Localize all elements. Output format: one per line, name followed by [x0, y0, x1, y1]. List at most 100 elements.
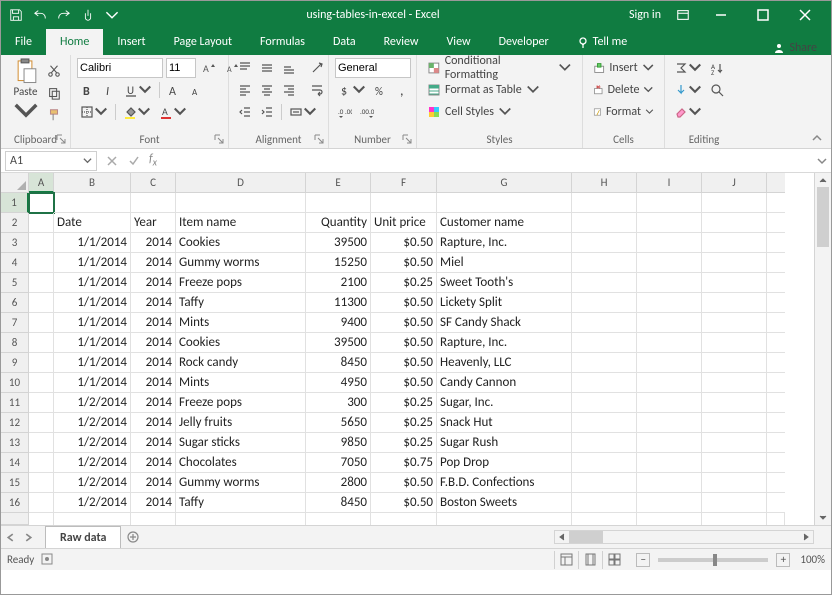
- row-header[interactable]: 11: [1, 393, 29, 413]
- borders-button[interactable]: [77, 102, 111, 122]
- cell[interactable]: 1/2/2014: [54, 453, 131, 473]
- row-header[interactable]: 7: [1, 313, 29, 333]
- cell[interactable]: [54, 513, 131, 525]
- cell[interactable]: [702, 353, 767, 373]
- cell-styles-button[interactable]: Cell Styles: [423, 101, 576, 123]
- cell[interactable]: [702, 333, 767, 353]
- cell[interactable]: [437, 193, 572, 213]
- cell[interactable]: 1/1/2014: [54, 293, 131, 313]
- cell[interactable]: [637, 213, 702, 233]
- orientation-button[interactable]: [307, 58, 327, 78]
- cell[interactable]: Sugar sticks: [176, 433, 306, 453]
- cell[interactable]: [702, 493, 767, 513]
- sort-filter-button[interactable]: AZ: [707, 58, 727, 78]
- delete-cells-button[interactable]: Delete: [589, 79, 658, 101]
- cell[interactable]: 2014: [131, 393, 176, 413]
- cell[interactable]: SF Candy Shack: [437, 313, 572, 333]
- font-color-bigger-button[interactable]: A: [164, 80, 184, 100]
- cell[interactable]: [702, 213, 767, 233]
- cell[interactable]: [371, 513, 437, 525]
- cell[interactable]: [29, 393, 54, 413]
- cell[interactable]: [637, 293, 702, 313]
- percent-format-button[interactable]: %: [371, 80, 391, 100]
- row-header[interactable]: 12: [1, 413, 29, 433]
- cell[interactable]: [572, 313, 637, 333]
- row-header[interactable]: 8: [1, 333, 29, 353]
- cell[interactable]: 9850: [306, 433, 371, 453]
- cell[interactable]: $0.50: [371, 253, 437, 273]
- cell[interactable]: 300: [306, 393, 371, 413]
- share-button[interactable]: Share: [773, 41, 831, 55]
- cell[interactable]: [29, 313, 54, 333]
- paste-button[interactable]: Paste: [7, 57, 44, 125]
- cell[interactable]: 7050: [306, 453, 371, 473]
- select-all-corner[interactable]: [1, 173, 29, 193]
- scroll-up-button[interactable]: [815, 173, 831, 187]
- cell[interactable]: [767, 233, 785, 253]
- cell[interactable]: F.B.D. Confections: [437, 473, 572, 493]
- column-header[interactable]: B: [54, 173, 131, 193]
- cell[interactable]: [767, 353, 785, 373]
- cell[interactable]: 1/1/2014: [54, 313, 131, 333]
- row-header[interactable]: 4: [1, 253, 29, 273]
- autosum-button[interactable]: [671, 58, 705, 78]
- cell[interactable]: [29, 273, 54, 293]
- cell[interactable]: 1/1/2014: [54, 253, 131, 273]
- cell[interactable]: $0.25: [371, 433, 437, 453]
- align-top-button[interactable]: [235, 58, 255, 78]
- cell[interactable]: Pop Drop: [437, 453, 572, 473]
- font-color-button[interactable]: A: [156, 102, 190, 122]
- cell[interactable]: 2014: [131, 353, 176, 373]
- comma-format-button[interactable]: ,: [393, 80, 413, 100]
- cell[interactable]: 2014: [131, 493, 176, 513]
- number-format-combo[interactable]: [335, 58, 411, 78]
- alignment-dialog-launcher[interactable]: [314, 134, 326, 146]
- cell[interactable]: [767, 373, 785, 393]
- cell[interactable]: $0.25: [371, 273, 437, 293]
- cell[interactable]: 2014: [131, 253, 176, 273]
- tab-formulas[interactable]: Formulas: [246, 29, 319, 55]
- cell[interactable]: 9400: [306, 313, 371, 333]
- cell[interactable]: $0.50: [371, 293, 437, 313]
- cell[interactable]: Year: [131, 213, 176, 233]
- tab-page-layout[interactable]: Page Layout: [160, 29, 246, 55]
- cell[interactable]: 15250: [306, 253, 371, 273]
- cell[interactable]: [572, 253, 637, 273]
- cell[interactable]: $0.50: [371, 373, 437, 393]
- cell[interactable]: [767, 513, 785, 525]
- page-break-view-button[interactable]: [602, 551, 626, 569]
- macro-record-button[interactable]: [40, 552, 56, 568]
- tab-file[interactable]: File: [1, 29, 46, 55]
- increase-indent-button[interactable]: [257, 102, 277, 122]
- tab-data[interactable]: Data: [319, 29, 370, 55]
- row-header[interactable]: 1: [1, 193, 29, 213]
- column-header[interactable]: I: [637, 173, 702, 193]
- fill-color-button[interactable]: [120, 102, 154, 122]
- increase-font-button[interactable]: A: [199, 58, 219, 78]
- cell[interactable]: Taffy: [176, 293, 306, 313]
- column-header[interactable]: F: [371, 173, 437, 193]
- cell[interactable]: [702, 313, 767, 333]
- italic-button[interactable]: I: [99, 80, 119, 100]
- cell[interactable]: Gummy worms: [176, 253, 306, 273]
- cell[interactable]: $0.25: [371, 393, 437, 413]
- tell-me-search[interactable]: Tell me: [563, 29, 642, 55]
- cell[interactable]: 2100: [306, 273, 371, 293]
- format-painter-button[interactable]: [44, 105, 64, 125]
- row-header[interactable]: 15: [1, 473, 29, 493]
- cell[interactable]: $0.50: [371, 233, 437, 253]
- cell[interactable]: [702, 513, 767, 525]
- find-select-button[interactable]: [707, 80, 727, 100]
- merge-center-button[interactable]: [286, 102, 320, 122]
- cell[interactable]: [572, 233, 637, 253]
- collapse-ribbon-button[interactable]: [811, 132, 827, 148]
- zoom-out-button[interactable]: −: [636, 553, 650, 567]
- cell[interactable]: [176, 513, 306, 525]
- cell[interactable]: 1/2/2014: [54, 493, 131, 513]
- cell[interactable]: [29, 473, 54, 493]
- cell[interactable]: 1/2/2014: [54, 433, 131, 453]
- cell[interactable]: [572, 333, 637, 353]
- cell[interactable]: [767, 453, 785, 473]
- cell[interactable]: 1/1/2014: [54, 353, 131, 373]
- cell[interactable]: [702, 233, 767, 253]
